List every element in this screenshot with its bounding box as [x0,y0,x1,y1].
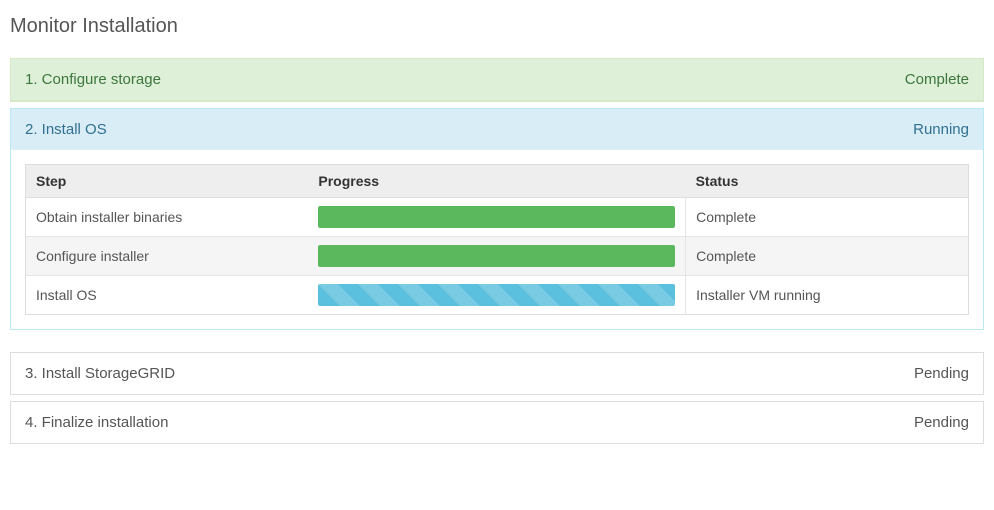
stage-status: Pending [914,414,969,431]
table-row: Install OS Installer VM running [26,276,969,315]
col-header-status: Status [686,165,969,198]
stage-label: 4. Finalize installation [25,414,168,431]
steps-body: Step Progress Status Obtain installer bi… [11,150,983,329]
table-row: Obtain installer binaries Complete [26,198,969,237]
step-status: Installer VM running [686,276,969,315]
stage-status: Complete [905,71,969,88]
stage-header[interactable]: 4. Finalize installation Pending [11,402,983,443]
step-progress [308,276,685,315]
stage-label: 3. Install StorageGRID [25,365,175,382]
table-header-row: Step Progress Status [26,165,969,198]
stage-header[interactable]: 3. Install StorageGRID Pending [11,353,983,394]
step-name: Obtain installer binaries [26,198,309,237]
progress-bar-wrap [318,284,675,306]
progress-bar [318,245,675,267]
stage-status: Running [913,121,969,138]
step-status: Complete [686,237,969,276]
col-header-progress: Progress [308,165,685,198]
steps-table: Step Progress Status Obtain installer bi… [25,164,969,315]
step-status: Complete [686,198,969,237]
stage-status: Pending [914,365,969,382]
stage-label: 1. Configure storage [25,71,161,88]
step-name: Install OS [26,276,309,315]
step-progress [308,237,685,276]
stage-header[interactable]: 1. Configure storage Complete [11,59,983,101]
stage-finalize-installation: 4. Finalize installation Pending [10,401,984,444]
progress-bar-wrap [318,245,675,267]
table-row: Configure installer Complete [26,237,969,276]
col-header-step: Step [26,165,309,198]
page-title: Monitor Installation [10,15,984,38]
stage-install-os: 2. Install OS Running Step Progress Stat… [10,108,984,330]
stage-header[interactable]: 2. Install OS Running [11,109,983,150]
progress-bar [318,284,675,306]
spacer [10,336,984,352]
progress-bar-wrap [318,206,675,228]
stage-configure-storage: 1. Configure storage Complete [10,58,984,102]
stage-label: 2. Install OS [25,121,107,138]
progress-bar [318,206,675,228]
step-progress [308,198,685,237]
stage-install-storagegrid: 3. Install StorageGRID Pending [10,352,984,395]
step-name: Configure installer [26,237,309,276]
